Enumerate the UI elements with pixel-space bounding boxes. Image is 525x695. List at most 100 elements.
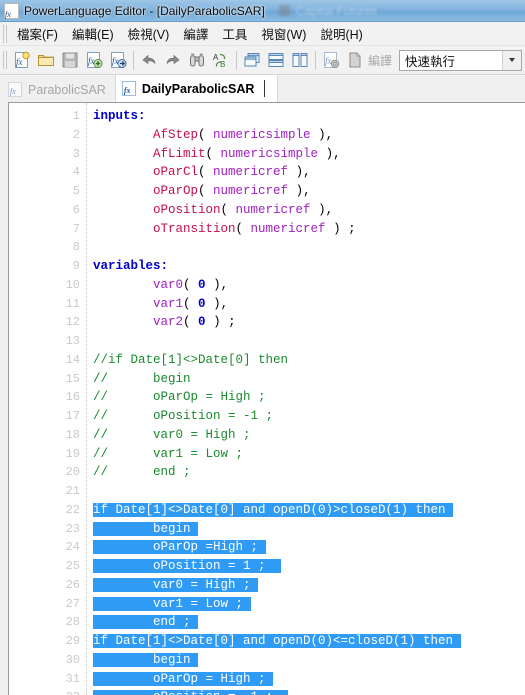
tile-vertical-icon[interactable] (288, 48, 312, 72)
code-span: // end ; (93, 465, 191, 479)
code-token: var0 = High ; (93, 577, 259, 592)
line-number: 2 (72, 127, 80, 142)
code-span: // oPosition = -1 ; (93, 409, 273, 423)
verify-function-icon[interactable]: fx (319, 48, 343, 72)
code-token: end ; (93, 615, 199, 630)
code-line[interactable]: begin (93, 520, 525, 539)
code-line[interactable]: var0( 0 ), (93, 276, 525, 295)
tab-parabolicsar[interactable]: ParabolicSAR (2, 77, 115, 102)
insert-reference-icon[interactable]: fx (106, 48, 130, 72)
toolbar: fx fx fx A B fx 編譯 快速執行 (0, 46, 525, 75)
selected-code-span: oParOp =High ; (93, 540, 266, 555)
code-token: oParOp (153, 184, 199, 198)
code-line[interactable]: if Date[1]<>Date[0] and openD(0)<=closeD… (93, 632, 525, 651)
code-line[interactable]: // oPosition = -1 ; (93, 407, 525, 426)
code-line[interactable]: oPosition( numericref ), (93, 201, 525, 220)
code-span: variables: (93, 259, 168, 273)
code-line[interactable]: // end ; (93, 463, 525, 482)
undo-arrow-icon[interactable] (137, 48, 161, 72)
code-line[interactable]: AfLimit( numericsimple ), (93, 145, 525, 164)
code-line[interactable]: // var0 = High ; (93, 426, 525, 445)
tab-dailyparabolicsar[interactable]: DailyParabolicSAR (114, 75, 279, 102)
line-number: 21 (65, 484, 80, 498)
line-number: 15 (65, 371, 80, 386)
cascade-windows-icon[interactable] (240, 48, 264, 72)
menu-file[interactable]: 檔案(F) (10, 21, 65, 46)
code-line[interactable]: oParOp( numericref ), (93, 182, 525, 201)
compile-page-icon[interactable] (343, 48, 367, 72)
code-token: ), (205, 296, 229, 311)
code-token: ( (235, 221, 251, 236)
code-span: // var0 = High ; (93, 428, 251, 442)
code-token: // end ; (93, 465, 191, 480)
code-line[interactable]: oParOp =High ; (93, 538, 525, 557)
menu-tools[interactable]: 工具 (215, 21, 254, 46)
code-token: var0 (153, 277, 184, 292)
code-line[interactable]: begin (93, 651, 525, 670)
code-line[interactable]: var2( 0 ) ; (93, 313, 525, 332)
open-folder-icon[interactable] (34, 48, 58, 72)
ghost-window-title: Capital Futures (278, 4, 377, 18)
menu-help[interactable]: 說明(H) (313, 21, 369, 46)
line-number: 19 (65, 446, 80, 461)
code-line[interactable]: var1 = Low ; (93, 595, 525, 614)
code-line[interactable]: oPosition = 1 ; (93, 557, 525, 576)
code-line[interactable]: var0 = High ; (93, 576, 525, 595)
code-token: //if Date[1]<>Date[0] then (93, 352, 289, 367)
code-token: ( (198, 127, 214, 142)
code-line[interactable]: //if Date[1]<>Date[0] then (93, 351, 525, 370)
code-span: AfStep( numericsimple ), (93, 128, 333, 142)
code-line[interactable] (93, 238, 525, 257)
code-line[interactable]: oParCl( numericref ), (93, 163, 525, 182)
code-token: ), (318, 146, 341, 161)
save-icon[interactable] (58, 48, 82, 72)
code-editor[interactable]: 1 2 3 4 5 6 7 8 9 10 11 12 13 14 15 16 17 18 19 20 21 22 23 24 2… (8, 102, 525, 695)
code-token: 0 (198, 277, 206, 292)
code-line[interactable]: // var1 = Low ; (93, 445, 525, 464)
quick-run-combobox[interactable]: 快速執行 (399, 49, 522, 71)
tile-horizontal-icon[interactable] (264, 48, 288, 72)
code-line[interactable]: // begin (93, 370, 525, 389)
code-line[interactable]: variables: (93, 257, 525, 276)
code-line[interactable]: inputs: (93, 107, 525, 126)
code-text-area[interactable]: inputs: AfStep( numericsimple ), AfLimit… (87, 103, 525, 695)
code-token: numericsimple (220, 146, 319, 161)
chevron-down-icon[interactable] (502, 50, 521, 70)
redo-arrow-icon[interactable] (161, 48, 185, 72)
replace-ab-icon[interactable]: A B (209, 48, 233, 72)
code-line[interactable]: // oParOp = High ; (93, 388, 525, 407)
toolbar-grip[interactable] (1, 51, 10, 69)
code-line[interactable]: AfStep( numericsimple ), (93, 126, 525, 145)
code-token: var2 (153, 315, 184, 330)
code-token: if Date[1]<>Date[0] and openD(0)>closeD(… (93, 502, 454, 517)
line-number: 17 (65, 409, 80, 423)
code-line[interactable]: oPosition = -1 ; (93, 688, 525, 695)
code-token: variables: (93, 259, 169, 273)
code-line[interactable] (93, 482, 525, 501)
menu-view[interactable]: 檢視(V) (121, 21, 177, 46)
menu-edit[interactable]: 編輯(E) (65, 21, 121, 46)
code-line[interactable]: oParOp = High ; (93, 670, 525, 689)
code-span: var1( 0 ), (93, 297, 228, 311)
code-line[interactable]: var1( 0 ), (93, 295, 525, 314)
menu-grip[interactable] (1, 24, 10, 43)
menu-window[interactable]: 視窗(W) (254, 21, 313, 46)
code-line[interactable]: oTransition( numericref ) ; (93, 220, 525, 239)
insert-function-icon[interactable]: fx (82, 48, 106, 72)
find-binoculars-icon[interactable] (185, 48, 209, 72)
svg-text:B: B (220, 60, 225, 69)
menu-compile[interactable]: 編譯 (176, 21, 215, 46)
code-line[interactable]: if Date[1]<>Date[0] and openD(0)>closeD(… (93, 501, 525, 520)
code-line[interactable]: end ; (93, 613, 525, 632)
line-number: 13 (65, 334, 80, 348)
line-number: 28 (65, 615, 80, 630)
selected-code-span: var0 = High ; (93, 577, 259, 592)
powerlanguage-editor-window: PowerLanguage Editor - [DailyParabolicSA… (0, 0, 525, 695)
code-line[interactable] (93, 332, 525, 351)
new-study-icon[interactable]: fx (10, 48, 34, 72)
line-number: 32 (9, 688, 86, 695)
code-token: ( (220, 202, 236, 217)
